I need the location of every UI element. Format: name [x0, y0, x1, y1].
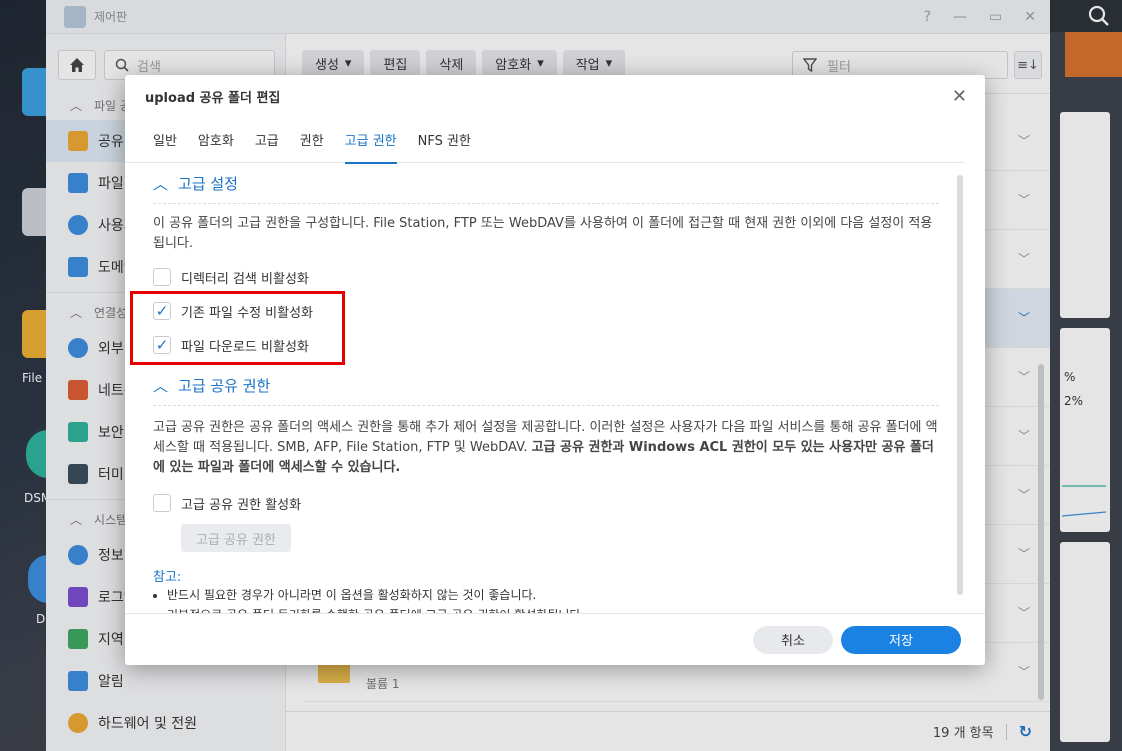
chevron-up-icon: ︿: [153, 175, 169, 193]
option-enable-advanced-share[interactable]: 고급 공유 권한 활성화: [153, 486, 939, 520]
advanced-share-description: 고급 공유 권한은 공유 폴더의 액세스 권한을 통해 추가 제어 설정을 제공…: [153, 418, 939, 478]
close-icon[interactable]: ✕: [952, 86, 967, 107]
dialog-body: ︿ 고급 설정 이 공유 폴더의 고급 권한을 구성합니다. File Stat…: [125, 164, 967, 614]
dialog-scrollbar[interactable]: [957, 175, 963, 595]
advanced-settings-description: 이 공유 폴더의 고급 권한을 구성합니다. File Station, FTP…: [153, 216, 933, 251]
highlight-annotation-box: [130, 291, 345, 365]
chevron-up-icon: ︿: [153, 377, 169, 395]
tab-advanced[interactable]: 고급: [255, 117, 279, 163]
tab-advanced-permissions[interactable]: 고급 권한: [344, 117, 397, 164]
checkbox-unchecked[interactable]: [153, 494, 171, 512]
edit-shared-folder-dialog: upload 공유 폴더 편집 ✕ 일반 암호화 고급 권한 고급 권한 NFS…: [125, 75, 985, 665]
tab-general[interactable]: 일반: [153, 117, 177, 163]
option-label: 고급 공유 권한 활성화: [181, 497, 302, 513]
section-header-advanced-settings[interactable]: ︿ 고급 설정: [153, 164, 939, 204]
note-item: 반드시 필요한 경우가 아니라면 이 옵션을 활성화하지 않는 것이 좋습니다.: [167, 585, 939, 605]
advanced-share-permissions-button[interactable]: 고급 공유 권한: [181, 524, 291, 552]
option-disable-dir-browsing[interactable]: 디렉터리 검색 비활성화: [153, 260, 939, 294]
note-list: 반드시 필요한 경우가 아니라면 이 옵션을 활성화하지 않는 것이 좋습니다.…: [153, 585, 939, 614]
tab-nfs-permissions[interactable]: NFS 권한: [418, 117, 471, 163]
section-header-advanced-share-permissions[interactable]: ︿ 고급 공유 권한: [153, 366, 939, 406]
option-label: 디렉터리 검색 비활성화: [181, 271, 309, 287]
note-title: 참고:: [153, 570, 182, 585]
section-title: 고급 설정: [178, 175, 238, 193]
checkbox-unchecked[interactable]: [153, 268, 171, 286]
save-button[interactable]: 저장: [841, 625, 961, 654]
dialog-title: upload 공유 폴더 편집: [145, 90, 281, 106]
cancel-button[interactable]: 취소: [753, 625, 833, 654]
dialog-tabs: 일반 암호화 고급 권한 고급 권한 NFS 권한: [125, 117, 965, 164]
dialog-footer: 취소 저장: [125, 613, 985, 665]
section-title: 고급 공유 권한: [178, 377, 271, 395]
tab-encryption[interactable]: 암호화: [198, 117, 234, 163]
tab-permissions[interactable]: 권한: [300, 117, 324, 163]
